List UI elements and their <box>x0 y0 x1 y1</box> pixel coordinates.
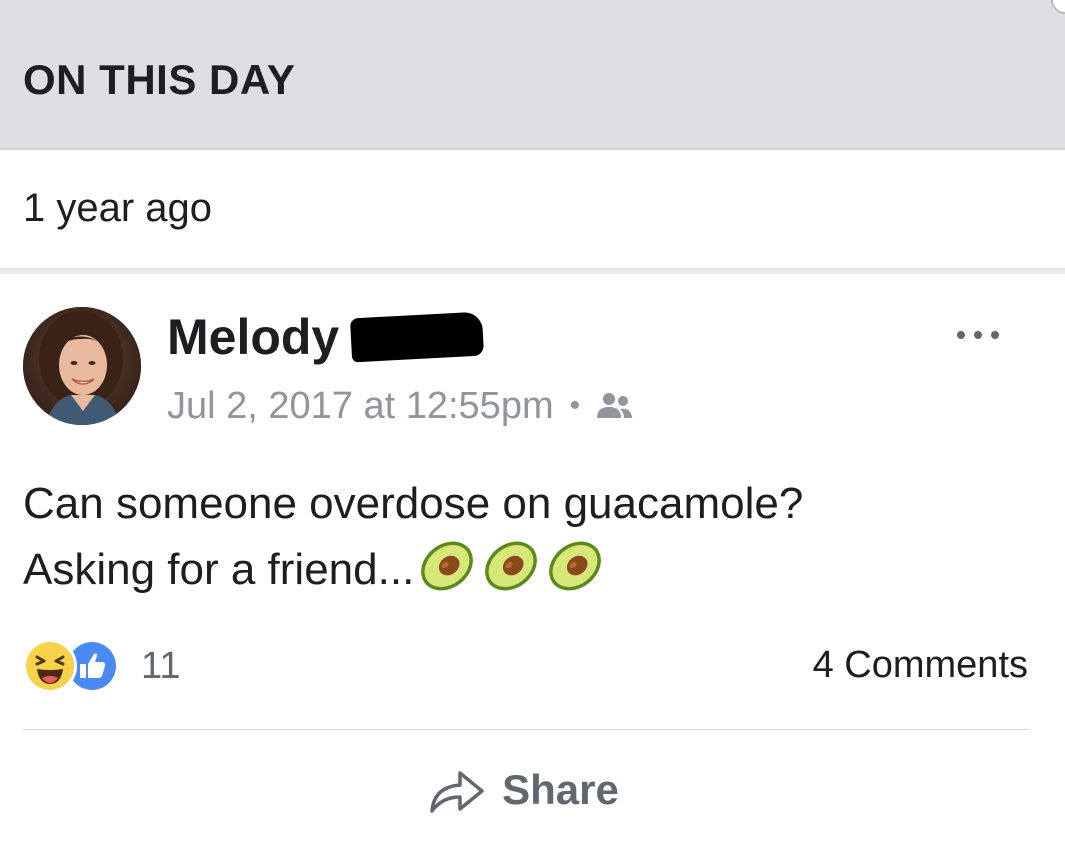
author-row: Melody <box>167 311 485 368</box>
redacted-surname <box>350 311 485 363</box>
more-dot <box>991 331 999 339</box>
action-divider <box>23 729 1030 730</box>
more-dot <box>957 331 965 339</box>
post-text-line-2-text: Asking for a friend... <box>23 545 415 594</box>
haha-reaction-icon <box>23 639 77 693</box>
emoji-group <box>414 536 606 596</box>
share-button[interactable]: Share <box>0 754 1065 826</box>
avatar-photo <box>23 307 141 425</box>
avocado-icon <box>544 536 606 596</box>
avocado-icon <box>480 536 542 596</box>
reaction-count: 11 <box>141 645 181 687</box>
corner-circle-icon <box>1051 0 1065 14</box>
on-this-day-header: ON THIS DAY <box>0 0 1065 150</box>
more-options-button[interactable] <box>957 326 1009 346</box>
section-title: ON THIS DAY <box>23 56 296 103</box>
time-ago-label: 1 year ago <box>23 186 213 230</box>
reactions-summary[interactable]: 11 <box>23 639 181 693</box>
post-text-line-2: Asking for a friend... <box>23 536 1023 602</box>
post-text-line-1: Can someone overdose on guacamole? <box>23 479 804 528</box>
post-timestamp[interactable]: Jul 2, 2017 at 12:55pm <box>167 387 554 425</box>
comments-count-link[interactable]: 4 Comments <box>813 646 1028 684</box>
share-arrow-icon <box>426 765 486 815</box>
memory-post: Melody Jul 2, 2017 at 12:55pm • Can some… <box>0 274 1065 860</box>
post-body: Can someone overdose on guacamole? Askin… <box>23 472 1023 602</box>
avatar[interactable] <box>23 307 141 425</box>
more-dot <box>974 331 982 339</box>
avocado-icon <box>416 536 478 596</box>
author-name[interactable]: Melody <box>167 312 339 362</box>
memory-subheader: 1 year ago <box>0 150 1065 268</box>
meta-separator: • <box>569 389 581 422</box>
share-label: Share <box>502 766 619 813</box>
post-meta: Jul 2, 2017 at 12:55pm • <box>167 384 634 428</box>
friends-icon[interactable] <box>594 391 634 421</box>
